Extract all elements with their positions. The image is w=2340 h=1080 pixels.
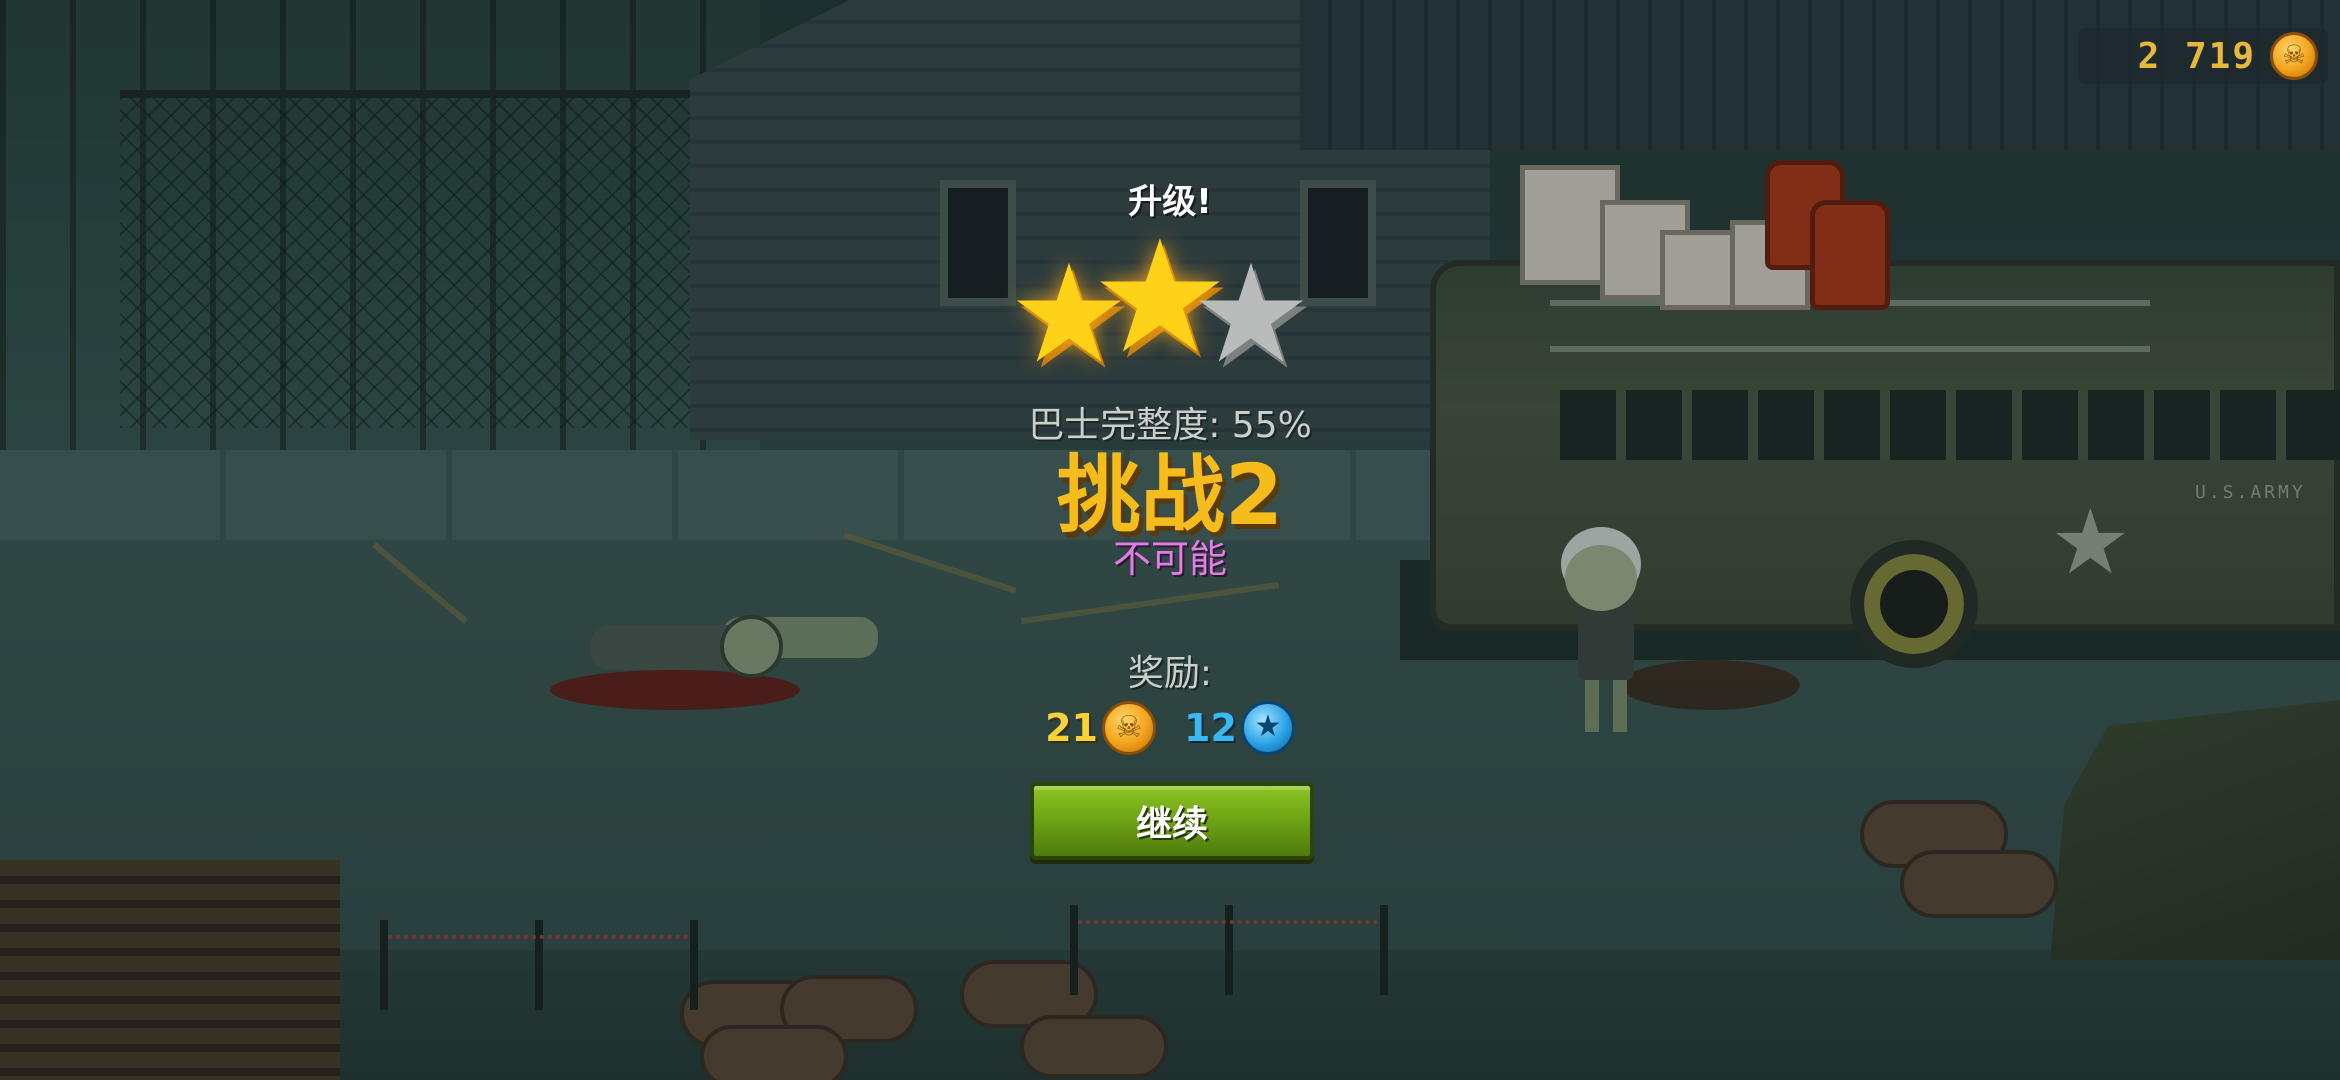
skull-coin-icon	[2270, 32, 2318, 80]
reward-gems: 12	[1184, 701, 1295, 755]
difficulty-label: 不可能	[1112, 537, 1227, 581]
reward-coins-value: 21	[1045, 706, 1098, 750]
star-rating: ★ ★ ★	[950, 219, 1390, 390]
coin-counter-value: 2 719	[2137, 35, 2256, 77]
reward-row: 21 12	[950, 698, 1390, 758]
reward-label: 奖励:	[1127, 653, 1213, 694]
reward-coins: 21	[1045, 701, 1156, 755]
reward-gems-value: 12	[1184, 706, 1237, 750]
continue-button[interactable]: 继续	[1030, 782, 1314, 860]
star-icon-empty: ★	[1190, 236, 1312, 394]
blue-gem-icon	[1240, 701, 1295, 755]
level-result-panel: 升级! ★ ★ ★ 巴士完整度: 55% 挑战2 不可能 奖励: 21 12 继…	[950, 160, 1390, 880]
game-screen: ★ U.S.ARMY 2 719 升级! ★ ★ ★ 巴士完整度: 55%	[0, 0, 2340, 1080]
skull-coin-icon	[1102, 701, 1156, 755]
coin-counter: 2 719	[2078, 28, 2328, 84]
